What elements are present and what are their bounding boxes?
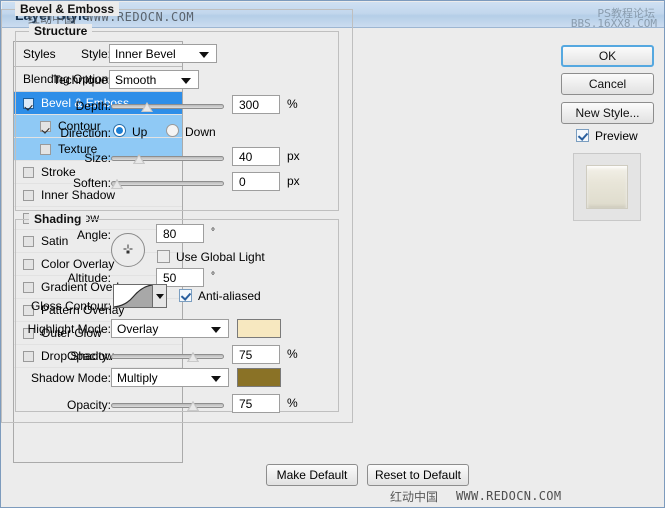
soften-unit: px	[287, 174, 300, 188]
depth-slider[interactable]	[111, 99, 224, 113]
shadow-opacity-slider[interactable]	[111, 398, 224, 412]
chevron-down-icon	[211, 327, 221, 333]
highlight-mode-label: Highlight Mode:	[27, 322, 111, 336]
reset-to-default-button[interactable]: Reset to Default	[367, 464, 469, 486]
use-global-light-label[interactable]: Use Global Light	[176, 250, 265, 264]
direction-down-label[interactable]: Down	[185, 125, 216, 139]
crosshair-icon	[123, 244, 133, 256]
highlight-opacity-slider[interactable]	[111, 349, 224, 363]
angle-input[interactable]: 80	[156, 224, 204, 243]
highlight-opacity-value: 75	[239, 348, 253, 362]
chevron-down-icon	[211, 376, 221, 382]
slider-track	[111, 181, 224, 186]
soften-slider[interactable]	[111, 176, 224, 190]
preview-label[interactable]: Preview	[595, 129, 638, 143]
shadow-mode-label: Shadow Mode:	[30, 371, 111, 385]
preview-checkbox[interactable]	[576, 129, 589, 142]
shadow-opacity-input[interactable]: 75	[232, 394, 280, 413]
highlight-mode-dropdown[interactable]: Overlay	[111, 319, 229, 338]
ok-button[interactable]: OK	[561, 45, 654, 67]
altitude-value: 50	[163, 271, 177, 285]
style-dropdown[interactable]: Inner Bevel	[109, 44, 217, 63]
chevron-down-icon	[156, 294, 164, 299]
technique-label: Technique:	[52, 73, 111, 87]
soften-label: Soften:	[72, 176, 111, 190]
soften-input[interactable]: 0	[232, 172, 280, 191]
direction-up-radio[interactable]	[113, 124, 126, 137]
highlight-opacity-unit: %	[287, 347, 298, 361]
depth-unit: %	[287, 97, 298, 111]
depth-label: Depth:	[75, 99, 111, 113]
altitude-label: Altitude:	[67, 271, 111, 285]
shading-section-title: Shading	[29, 212, 87, 226]
direction-down-radio[interactable]	[166, 124, 179, 137]
watermark-topright-url: BBS.16XX8.COM	[570, 17, 657, 30]
technique-dropdown[interactable]: Smooth	[109, 70, 199, 89]
cancel-button[interactable]: Cancel	[561, 73, 654, 95]
size-label: Size:	[84, 151, 111, 165]
soften-value: 0	[239, 175, 246, 189]
preview-swatch	[586, 165, 628, 209]
gloss-contour-preview[interactable]	[113, 284, 153, 308]
highlight-color-swatch[interactable]	[237, 319, 281, 338]
shadow-opacity-unit: %	[287, 396, 298, 410]
anti-aliased-label[interactable]: Anti-aliased	[198, 289, 261, 303]
altitude-unit: °	[211, 271, 215, 282]
size-input[interactable]: 40	[232, 147, 280, 166]
new-style-button[interactable]: New Style...	[561, 102, 654, 124]
chevron-down-icon	[181, 78, 191, 84]
use-global-light-checkbox[interactable]	[157, 250, 170, 263]
slider-track	[111, 354, 224, 359]
layer-style-dialog: Layer Style 红动中国 WWW.REDOCN.COM PS教程论坛 B…	[0, 0, 665, 508]
slider-track	[111, 104, 224, 109]
size-value: 40	[239, 150, 253, 164]
angle-value: 80	[163, 227, 177, 241]
make-default-button[interactable]: Make Default	[266, 464, 358, 486]
depth-value: 300	[239, 98, 260, 112]
angle-dial[interactable]	[111, 233, 145, 267]
highlight-mode-value: Overlay	[117, 322, 159, 336]
watermark-topright-cn: PS教程论坛	[597, 7, 655, 20]
slider-thumb[interactable]	[133, 154, 146, 164]
size-slider[interactable]	[111, 151, 224, 165]
style-label: Style:	[80, 47, 111, 61]
slider-thumb[interactable]	[186, 352, 199, 362]
watermark-bottom-cn: 红动中国	[390, 490, 439, 504]
slider-track	[111, 156, 224, 161]
shadow-opacity-value: 75	[239, 397, 253, 411]
slider-thumb[interactable]	[141, 102, 154, 112]
bevel-emboss-group-title: Bevel & Emboss	[15, 2, 120, 16]
angle-label: Angle:	[76, 228, 111, 242]
shadow-mode-dropdown[interactable]: Multiply	[111, 368, 229, 387]
slider-thumb[interactable]	[111, 179, 123, 189]
style-dropdown-value: Inner Bevel	[115, 47, 176, 61]
depth-input[interactable]: 300	[232, 95, 280, 114]
shadow-mode-value: Multiply	[117, 371, 158, 385]
angle-unit: °	[211, 227, 215, 238]
contour-curve-icon	[114, 285, 152, 307]
watermark-bottom-url: WWW.REDOCN.COM	[456, 489, 562, 503]
gloss-contour-dropdown[interactable]	[153, 284, 167, 308]
direction-up-label[interactable]: Up	[132, 125, 147, 139]
highlight-opacity-input[interactable]: 75	[232, 345, 280, 364]
technique-dropdown-value: Smooth	[115, 73, 157, 87]
bevel-emboss-pane: Bevel & Emboss Structure Style: Inner Be…	[1, 1, 353, 423]
shadow-color-swatch[interactable]	[237, 368, 281, 387]
slider-track	[111, 403, 224, 408]
size-unit: px	[287, 149, 300, 163]
slider-thumb[interactable]	[186, 401, 199, 411]
gloss-contour-label: Gloss Contour:	[30, 299, 111, 313]
structure-section-title: Structure	[29, 24, 93, 38]
anti-aliased-checkbox[interactable]	[179, 289, 192, 302]
style-preview-thumbnail	[573, 153, 641, 221]
chevron-down-icon	[199, 52, 209, 58]
highlight-opacity-label: Opacity:	[66, 349, 111, 363]
shadow-opacity-label: Opacity:	[66, 398, 111, 412]
direction-label: Direction:	[60, 126, 111, 140]
